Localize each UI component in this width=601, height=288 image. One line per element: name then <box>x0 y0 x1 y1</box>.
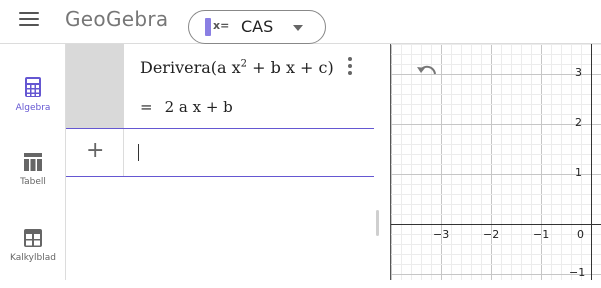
x-tick-label: −1 <box>533 228 550 241</box>
cas-input-expression[interactable]: Derivera(a x2 + b x + c) <box>140 58 334 77</box>
x-tick-label: −2 <box>483 228 500 241</box>
cas-row-input[interactable]: + <box>66 129 374 177</box>
cas-row-1[interactable]: Derivera(a x2 + b x + c) = 2 a x + b <box>66 44 374 129</box>
cas-view: Derivera(a x2 + b x + c) = 2 a x + b + <box>66 44 374 280</box>
cas-input-field[interactable] <box>124 129 374 176</box>
text-cursor <box>138 144 139 161</box>
cas-app-icon: x= <box>205 18 231 36</box>
sidebar-item-label: Kalkylblad <box>10 253 56 263</box>
sidebar-item-label: Tabell <box>20 177 46 187</box>
sidebar-item-algebra[interactable]: Algebra <box>0 76 66 136</box>
sidebar-item-tabell[interactable]: Tabell <box>0 152 66 212</box>
spreadsheet-icon <box>24 229 42 247</box>
hamburger-menu-icon[interactable] <box>19 12 39 28</box>
geogebra-logo: GeoGebra <box>65 7 169 31</box>
more-options-icon[interactable] <box>346 57 354 77</box>
y-tick-label: 2 <box>575 116 582 129</box>
plus-icon: + <box>86 138 105 163</box>
y-tick-label: 3 <box>575 66 582 79</box>
app-switcher-dropdown[interactable]: x= CAS <box>188 10 326 44</box>
view-sidebar: Algebra Tabell Kalkylblad <box>0 44 66 280</box>
table-icon <box>24 153 42 171</box>
y-tick-label: −1 <box>569 266 586 279</box>
view-resize-handle[interactable] <box>376 210 379 236</box>
app-switcher-label: CAS <box>241 17 274 36</box>
sidebar-item-label: Algebra <box>15 103 51 113</box>
x-tick-label: −3 <box>433 228 450 241</box>
calculator-icon <box>25 77 41 97</box>
cas-output-result: = 2 a x + b <box>140 98 233 116</box>
sidebar-item-kalkylblad[interactable]: Kalkylblad <box>0 228 66 288</box>
x-tick-label: 0 <box>577 228 584 241</box>
chevron-down-icon <box>293 25 303 31</box>
header-bar: GeoGebra x= CAS <box>0 0 601 44</box>
undo-icon[interactable] <box>415 62 439 82</box>
add-input-button[interactable]: + <box>66 129 124 176</box>
row-marker <box>66 44 124 128</box>
y-tick-label: 1 <box>575 166 582 179</box>
graphics-view[interactable]: 3 2 1 −1 −3 −2 −1 0 <box>390 44 601 280</box>
